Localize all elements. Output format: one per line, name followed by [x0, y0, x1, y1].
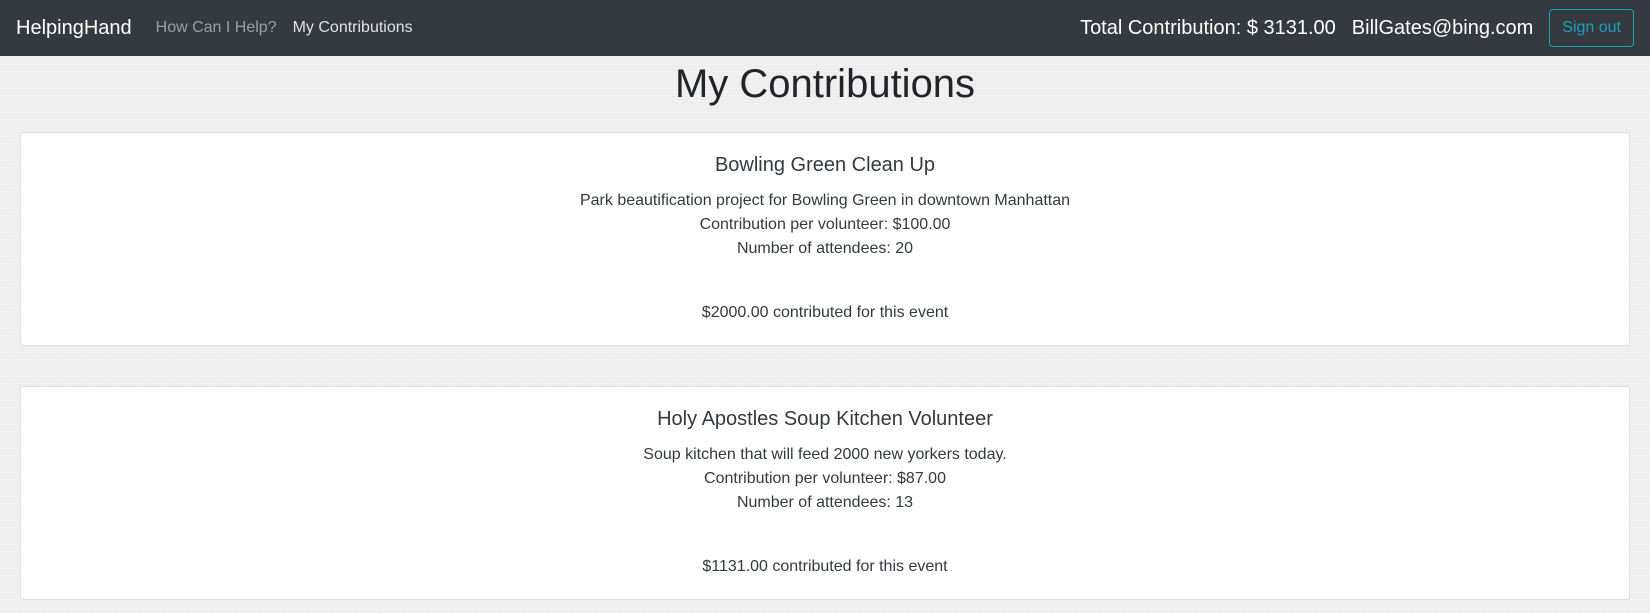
event-total: $1131.00 contributed for this event [702, 558, 948, 575]
event-title: Bowling Green Clean Up [714, 154, 936, 176]
contribution-card: Bowling Green Clean Up Park beautificati… [20, 132, 1630, 346]
user-email: BillGates@bing.com [1351, 16, 1534, 39]
nav-right-group: Total Contribution: $ 3131.00 BillGates@… [1080, 9, 1634, 47]
total-contribution: Total Contribution: $ 3131.00 [1080, 16, 1336, 39]
nav-link-how-can-i-help[interactable]: How Can I Help? [156, 19, 277, 37]
event-attendees: Number of attendees: 13 [736, 494, 914, 511]
event-per-volunteer: Contribution per volunteer: $100.00 [699, 216, 951, 233]
event-per-volunteer: Contribution per volunteer: $87.00 [704, 470, 946, 487]
event-description: Park beautification project for Bowling … [579, 192, 1071, 209]
event-description: Soup kitchen that will feed 2000 new yor… [643, 446, 1007, 463]
sign-out-button[interactable]: Sign out [1549, 9, 1634, 47]
contribution-list: Bowling Green Clean Up Park beautificati… [0, 132, 1650, 600]
event-title: Holy Apostles Soup Kitchen Volunteer [657, 408, 993, 430]
contribution-card: Holy Apostles Soup Kitchen Volunteer Sou… [20, 386, 1630, 600]
page-title: My Contributions [674, 62, 976, 106]
top-navbar: HelpingHand How Can I Help? My Contribut… [0, 0, 1650, 56]
nav-link-my-contributions[interactable]: My Contributions [293, 19, 413, 37]
brand-link[interactable]: HelpingHand [16, 17, 132, 40]
event-total: $2000.00 contributed for this event [701, 304, 949, 321]
event-attendees: Number of attendees: 20 [736, 240, 914, 257]
